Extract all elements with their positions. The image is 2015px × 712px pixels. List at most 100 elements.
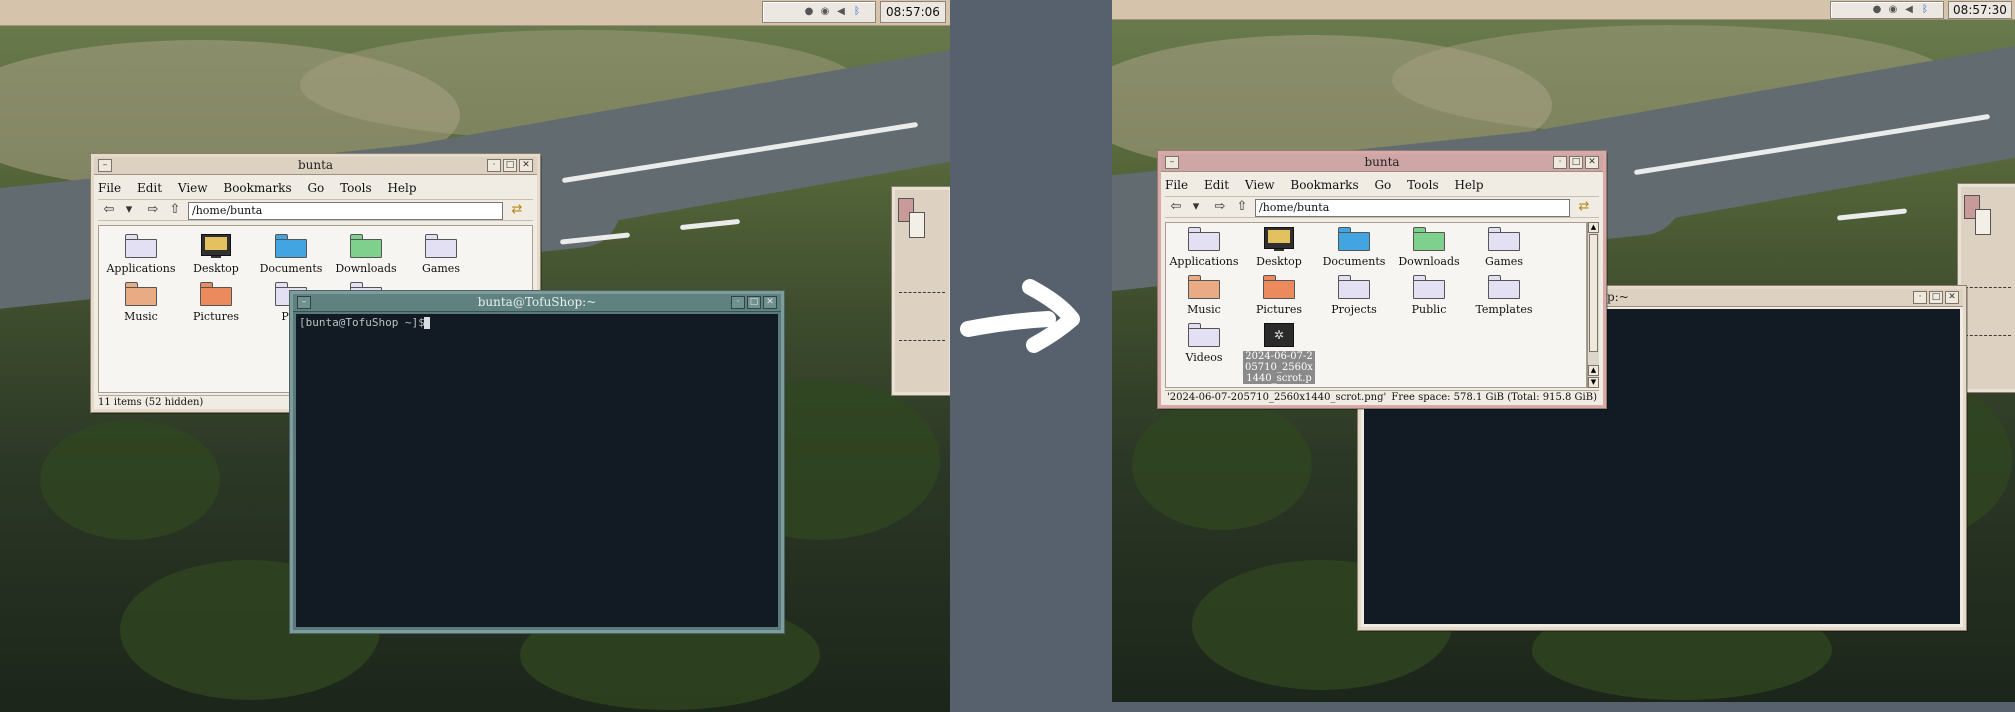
gamepad-icon[interactable]: ◉	[1887, 4, 1899, 16]
folder-icon	[200, 282, 232, 306]
folder-item-music[interactable]: Music	[1166, 275, 1242, 316]
up-arrow-icon[interactable]: ⇧	[1233, 199, 1251, 215]
screen-after: ● ◉ ◀ ᛒ 08:57:30 p:~ · □ ✕ bunta – · □ ✕…	[1112, 0, 2015, 702]
folder-icon	[1488, 227, 1520, 251]
folder-item-applications[interactable]: Applications	[1166, 227, 1242, 268]
menu-view[interactable]: View	[178, 179, 208, 197]
folder-item-pictures[interactable]: Pictures	[1241, 275, 1317, 316]
maximize-button[interactable]: □	[747, 296, 761, 309]
menu-tools[interactable]: Tools	[1407, 176, 1439, 194]
go-jump-icon[interactable]: ⇄	[1575, 199, 1593, 215]
clock[interactable]: 08:57:30	[1948, 1, 2012, 19]
folder-item-public[interactable]: Public	[1391, 275, 1467, 316]
forward-arrow-icon[interactable]: ⇨	[144, 202, 162, 218]
folder-item-projects[interactable]: Projects	[1316, 275, 1392, 316]
folder-item-documents[interactable]: Documents	[253, 234, 329, 275]
scroll-down-icon[interactable]: ▼	[1588, 377, 1599, 388]
scroll-thumb[interactable]	[1589, 234, 1598, 352]
desktop-icon	[1263, 227, 1295, 251]
folder-item-videos[interactable]: Videos	[1166, 323, 1242, 364]
workspace-pager[interactable]	[891, 186, 950, 396]
folder-view[interactable]: Applications Desktop Documents Downloads Gam…	[1165, 222, 1587, 388]
clock[interactable]: 08:57:06	[880, 1, 946, 23]
minimize-button[interactable]: ·	[731, 296, 745, 309]
network-icon[interactable]: ●	[803, 6, 815, 18]
volume-icon[interactable]: ◀	[1903, 4, 1915, 16]
window-menu-button[interactable]: –	[98, 159, 112, 172]
window-title[interactable]: bunta	[1161, 154, 1603, 172]
folder-label: Games	[1485, 255, 1523, 268]
menu-help[interactable]: Help	[387, 179, 416, 197]
toolbar: ⇦ ▾ ⇨ ⇧ /home/bunta ⇄	[98, 199, 533, 221]
back-arrow-icon[interactable]: ⇦	[100, 202, 118, 218]
image-file-icon: ✲	[1264, 323, 1294, 347]
close-button[interactable]: ✕	[519, 159, 533, 172]
scroll-up-icon[interactable]: ▲	[1588, 365, 1599, 376]
folder-label: Pictures	[193, 310, 239, 323]
bluetooth-icon[interactable]: ᛒ	[1919, 4, 1931, 16]
minimize-button[interactable]: ·	[1913, 291, 1927, 304]
menu-tools[interactable]: Tools	[340, 179, 372, 197]
menu-bookmarks[interactable]: Bookmarks	[1290, 176, 1358, 194]
menu-edit[interactable]: Edit	[1204, 176, 1229, 194]
terminal-area[interactable]: [bunta@TofuShop ~]$	[296, 314, 778, 627]
menu-bar: File Edit View Bookmarks Go Tools Help	[1165, 176, 1599, 194]
bluetooth-icon[interactable]: ᛒ	[851, 6, 863, 18]
menu-view[interactable]: View	[1245, 176, 1275, 194]
close-button[interactable]: ✕	[1585, 156, 1599, 169]
folder-item-desktop[interactable]: Desktop	[178, 234, 254, 275]
minimize-button[interactable]: ·	[1553, 156, 1567, 169]
terminal-title[interactable]: bunta@TofuShop:~	[293, 294, 781, 312]
status-bar: '2024-06-07-205710_2560x1440_scrot.png'.…	[1165, 390, 1599, 404]
menu-edit[interactable]: Edit	[137, 179, 162, 197]
history-dropdown-icon[interactable]: ▾	[1187, 199, 1205, 215]
menu-help[interactable]: Help	[1454, 176, 1483, 194]
folder-label: Applications	[106, 262, 176, 275]
workspace-pager[interactable]	[1957, 183, 2015, 393]
folder-item-documents[interactable]: Documents	[1316, 227, 1392, 268]
network-icon[interactable]: ●	[1871, 4, 1883, 16]
window-menu-button[interactable]: –	[297, 296, 311, 309]
folder-item-games[interactable]: Games	[1466, 227, 1542, 268]
menu-file[interactable]: File	[1165, 176, 1188, 194]
menu-bookmarks[interactable]: Bookmarks	[223, 179, 291, 197]
folder-item-desktop[interactable]: Desktop	[1241, 227, 1317, 268]
screen-before: ● ◉ ◀ ᛒ 08:57:06 bunta – · □ ✕ File Edit…	[0, 0, 950, 712]
folder-item-pictures[interactable]: Pictures	[178, 282, 254, 323]
folder-item-downloads[interactable]: Downloads	[1391, 227, 1467, 268]
history-dropdown-icon[interactable]: ▾	[120, 202, 138, 218]
go-jump-icon[interactable]: ⇄	[508, 202, 526, 218]
menu-go[interactable]: Go	[307, 179, 324, 197]
menu-go[interactable]: Go	[1374, 176, 1391, 194]
folder-item-applications[interactable]: Applications	[103, 234, 179, 275]
maximize-button[interactable]: □	[1929, 291, 1943, 304]
folder-item-games[interactable]: Games	[403, 234, 479, 275]
gamepad-icon[interactable]: ◉	[819, 6, 831, 18]
window-title[interactable]: bunta	[94, 157, 537, 175]
close-button[interactable]: ✕	[1945, 291, 1959, 304]
location-bar[interactable]: /home/bunta	[1255, 199, 1570, 217]
location-bar[interactable]: /home/bunta	[188, 202, 503, 220]
folder-label: Downloads	[1398, 255, 1460, 268]
maximize-button[interactable]: □	[503, 159, 517, 172]
folder-icon	[1188, 323, 1220, 347]
folder-item-music[interactable]: Music	[103, 282, 179, 323]
back-arrow-icon[interactable]: ⇦	[1167, 199, 1185, 215]
folder-icon	[1263, 275, 1295, 299]
window-menu-button[interactable]: –	[1165, 156, 1179, 169]
up-arrow-icon[interactable]: ⇧	[166, 202, 184, 218]
folder-label: Public	[1411, 303, 1447, 316]
folder-label: Projects	[1331, 303, 1377, 316]
folder-item-templates[interactable]: Templates	[1466, 275, 1542, 316]
forward-arrow-icon[interactable]: ⇨	[1211, 199, 1229, 215]
maximize-button[interactable]: □	[1569, 156, 1583, 169]
menu-file[interactable]: File	[98, 179, 121, 197]
close-button[interactable]: ✕	[763, 296, 777, 309]
folder-item-downloads[interactable]: Downloads	[328, 234, 404, 275]
volume-icon[interactable]: ◀	[835, 6, 847, 18]
folder-icon	[1338, 275, 1370, 299]
minimize-button[interactable]: ·	[487, 159, 501, 172]
scroll-up-icon[interactable]: ▲	[1588, 222, 1599, 233]
file-item-screenshot[interactable]: ✲ 2024-06-07-205710_2560x1440_scrot.png	[1241, 323, 1317, 384]
scrollbar[interactable]: ▲ ▲ ▼	[1587, 222, 1599, 388]
